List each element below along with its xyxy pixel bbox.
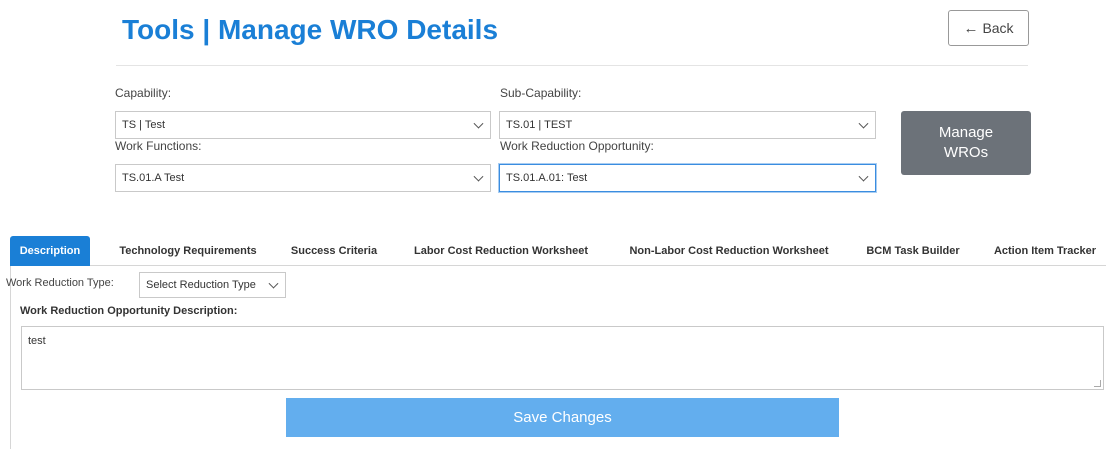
sub-capability-label: Sub-Capability: <box>500 86 582 100</box>
capability-value: TS | Test <box>122 119 166 131</box>
tab-labor-cost-reduction-worksheet[interactable]: Labor Cost Reduction Worksheet <box>402 236 600 266</box>
reduction-type-value: Select Reduction Type <box>146 279 256 291</box>
tab-success-criteria[interactable]: Success Criteria <box>284 236 384 266</box>
sub-capability-select[interactable]: TS.01 | TEST <box>499 111 876 139</box>
chevron-down-icon <box>268 278 279 289</box>
page-title: Tools | Manage WRO Details <box>122 14 499 45</box>
tab-bar: Description Technology Requirements Succ… <box>10 236 1106 266</box>
wro-label: Work Reduction Opportunity: <box>500 139 654 153</box>
reduction-type-select[interactable]: Select Reduction Type <box>139 272 286 298</box>
wro-select[interactable]: TS.01.A.01: Test <box>499 164 876 192</box>
header-divider <box>116 65 1028 66</box>
manage-wros-button[interactable]: Manage WROs <box>901 111 1031 175</box>
resize-handle-icon[interactable] <box>1094 380 1101 387</box>
tab-technology-requirements[interactable]: Technology Requirements <box>108 236 268 266</box>
tab-bcm-task-builder[interactable]: BCM Task Builder <box>858 236 968 266</box>
tab-non-labor-cost-reduction-worksheet[interactable]: Non-Labor Cost Reduction Worksheet <box>616 236 842 266</box>
chevron-down-icon <box>473 171 484 182</box>
save-changes-button[interactable]: Save Changes <box>286 398 839 437</box>
capability-select[interactable]: TS | Test <box>115 111 491 139</box>
description-label: Work Reduction Opportunity Description: <box>20 305 238 317</box>
reduction-type-label: Work Reduction Type: <box>6 277 114 289</box>
capability-label: Capability: <box>115 86 172 100</box>
back-button[interactable]: ← Back <box>948 10 1029 46</box>
tab-action-item-tracker[interactable]: Action Item Tracker <box>985 236 1105 266</box>
description-textarea[interactable]: test <box>21 326 1104 390</box>
tab-description[interactable]: Description <box>10 236 90 266</box>
chevron-down-icon <box>473 118 484 129</box>
description-text: test <box>28 335 46 347</box>
work-functions-value: TS.01.A Test <box>122 172 185 184</box>
arrow-left-icon: ← <box>963 19 979 37</box>
wro-value: TS.01.A.01: Test <box>506 172 588 184</box>
chevron-down-icon <box>858 118 869 129</box>
back-button-label: Back <box>982 20 1014 36</box>
work-functions-select[interactable]: TS.01.A Test <box>115 164 491 192</box>
sub-capability-value: TS.01 | TEST <box>506 119 573 131</box>
work-functions-label: Work Functions: <box>115 139 202 153</box>
chevron-down-icon <box>858 171 869 182</box>
manage-wros-label: Manage WROs <box>938 124 994 161</box>
